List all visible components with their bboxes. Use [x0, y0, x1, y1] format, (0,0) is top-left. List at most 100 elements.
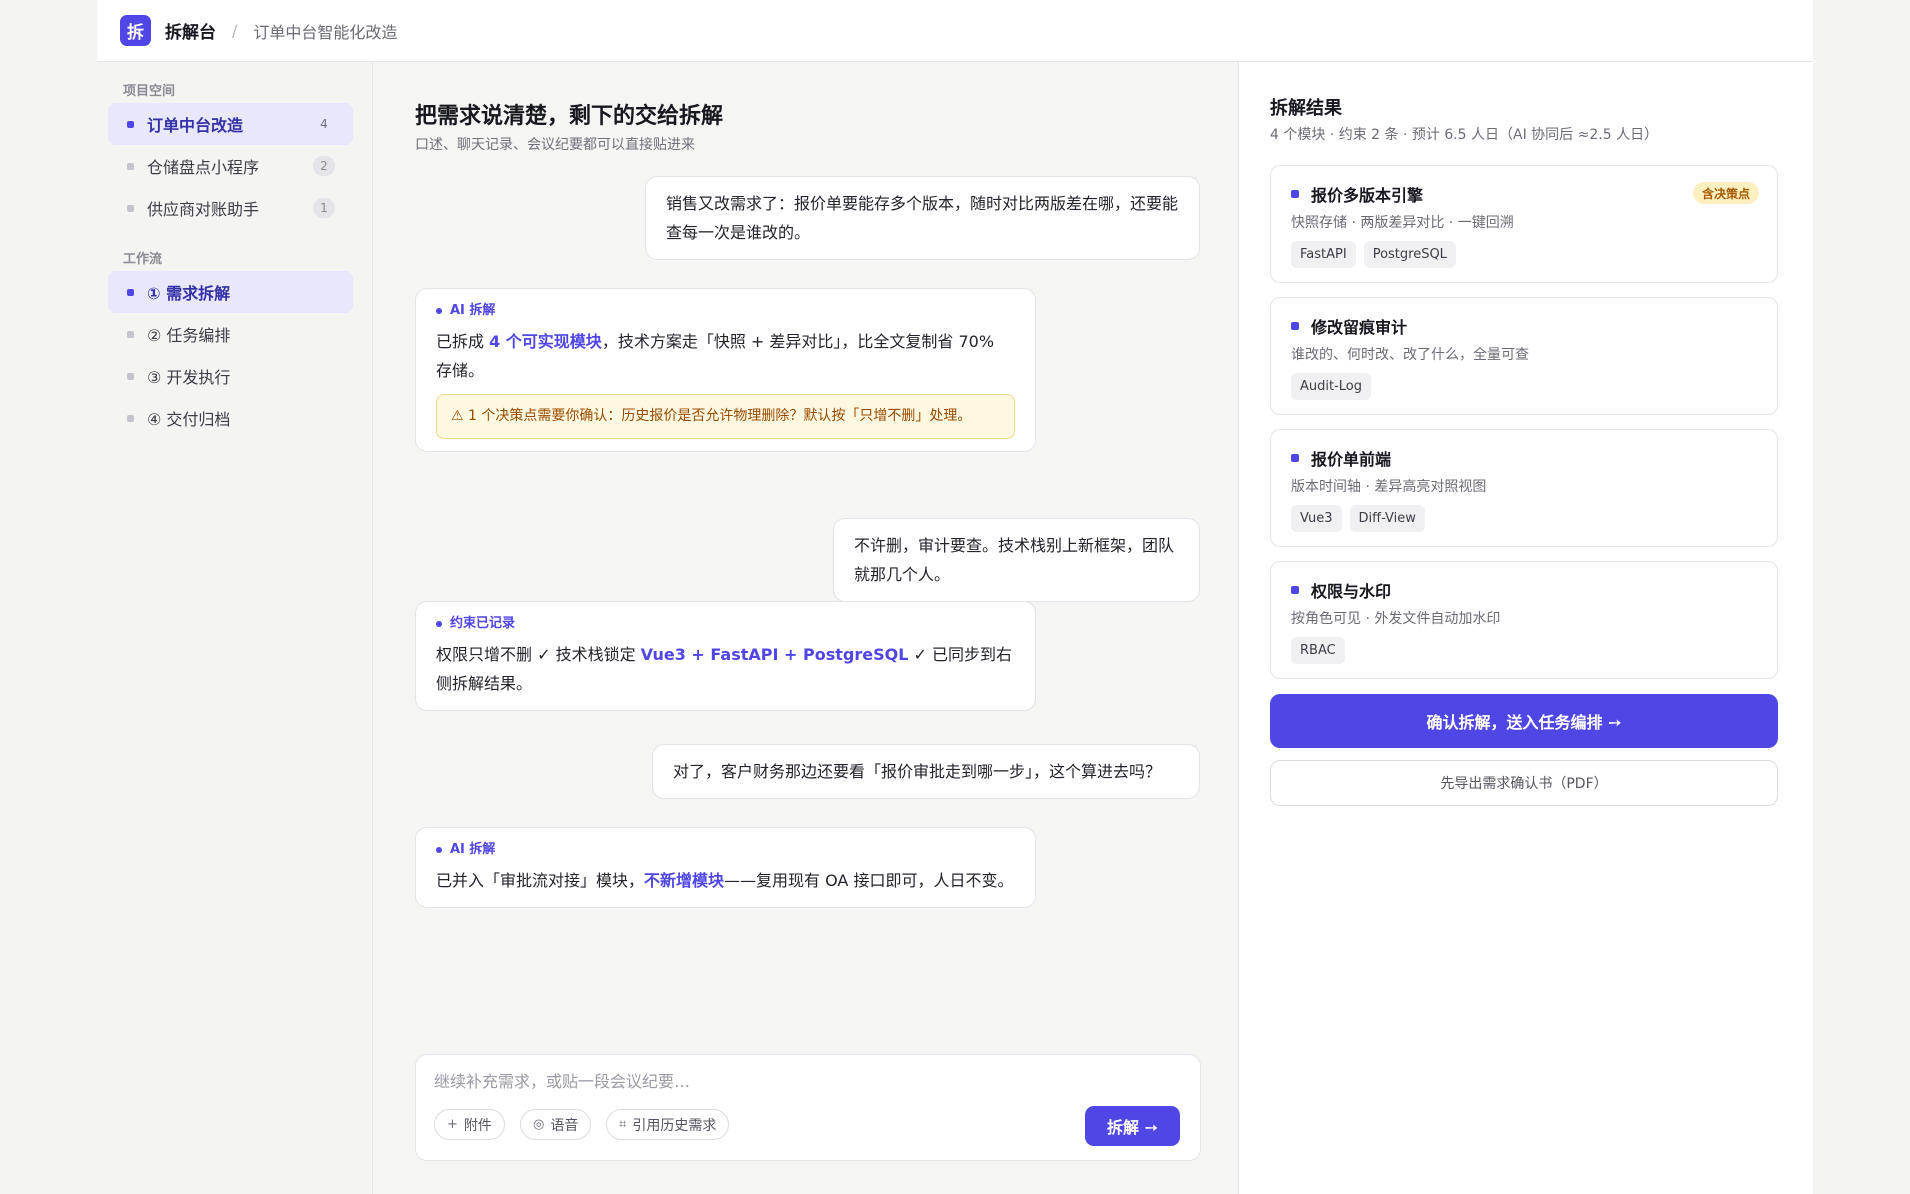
breadcrumb-separator: / [232, 21, 238, 40]
message-highlight: 不新增模块 [644, 871, 725, 890]
tech-tag: FastAPI [1291, 241, 1356, 268]
module-description: 按角色可见 · 外发文件自动加水印 [1291, 611, 1501, 627]
message-text: 对了，客户财务那边还要看「报价审批走到哪一步」，这个算进去吗？ [673, 762, 1162, 781]
module-card[interactable]: 报价多版本引擎 含决策点 快照存储 · 两版差异对比 · 一键回溯 FastAP… [1270, 165, 1778, 283]
module-name: 报价多版本引擎 [1291, 182, 1423, 206]
module-name-text: 修改留痕审计 [1311, 318, 1408, 337]
bullet-icon [1291, 454, 1299, 462]
results-title: 拆解结果 [1270, 98, 1342, 119]
breadcrumb-current[interactable]: 订单中台智能化改造 [253, 19, 397, 43]
module-description: 快照存储 · 两版差异对比 · 一键回溯 [1291, 215, 1514, 231]
module-name-text: 报价多版本引擎 [1311, 186, 1424, 205]
bullet-icon [127, 204, 134, 212]
module-name: 权限与水印 [1291, 578, 1391, 602]
projects-section-title: 项目空间 [123, 84, 176, 99]
module-name-text: 报价单前端 [1311, 450, 1392, 469]
results-panel: 拆解结果 4 个模块 · 约束 2 条 · 预计 6.5 人日（AI 协同后 ≈… [1238, 62, 1813, 1194]
app-name[interactable]: 拆解台 [165, 18, 216, 43]
tech-tag: Vue3 [1291, 505, 1342, 532]
ai-tag: 约束已记录 [436, 614, 1015, 634]
decision-badge: 含决策点 [1692, 182, 1759, 204]
ai-message: AI 拆解 已拆成 4 个可实现模块，技术方案走「快照 + 差异对比」，比全文复… [415, 288, 1036, 452]
decision-warning[interactable]: ⚠ 1 个决策点需要你确认：历史报价是否允许物理删除？默认按「只增不删」处理。 [436, 394, 1015, 439]
bullet-icon [1291, 322, 1299, 330]
message-text: 已拆成 4 个可实现模块，技术方案走「快照 + 差异对比」，比全文复制省 70%… [436, 327, 1015, 385]
voice-label: 语音 [550, 1117, 579, 1134]
message-text-part: 权限只增不删 ✓ 技术栈锁定 [436, 645, 641, 664]
ai-tag-label: AI 拆解 [450, 842, 496, 857]
project-item-warehouse[interactable]: 仓储盘点小程序 2 [108, 145, 353, 187]
project-count: 1 [313, 198, 335, 218]
voice-icon: ◎ [533, 1117, 545, 1132]
top-bar: 拆 拆解台 / 订单中台智能化改造 [97, 0, 1813, 62]
bullet-icon [127, 120, 134, 128]
tech-tag: Diff-View [1349, 505, 1425, 532]
workflow-label: ③ 开发执行 [147, 368, 231, 387]
breakdown-send-button[interactable]: 拆解 ➙ [1085, 1106, 1180, 1146]
ai-tag-label: AI 拆解 [450, 303, 496, 318]
bullet-icon [127, 372, 134, 380]
project-item-order-platform[interactable]: 订单中台改造 4 [108, 103, 353, 145]
app-logo[interactable]: 拆 [120, 15, 151, 46]
reference-history-label: 引用历史需求 [632, 1117, 717, 1134]
message-text-part: ——复用现有 OA 接口即可，人日不变。 [724, 871, 1014, 890]
hash-icon: ⌗ [619, 1117, 627, 1132]
message-text-part: 已拆成 [436, 332, 490, 351]
reference-history-button[interactable]: ⌗ 引用历史需求 [606, 1109, 730, 1140]
workflow-label: ④ 交付归档 [147, 410, 231, 429]
module-name: 报价单前端 [1291, 446, 1391, 470]
module-tags: Audit-Log [1291, 373, 1372, 400]
message-text: 销售又改需求了：报价单要能存多个版本，随时对比两版差在哪，还要能查每一次是谁改的… [666, 194, 1179, 242]
module-description: 谁改的、何时改、改了什么，全量可查 [1291, 347, 1529, 363]
ai-tag-label: 约束已记录 [450, 616, 516, 631]
module-tags: RBAC [1291, 637, 1345, 664]
module-card[interactable]: 权限与水印 按角色可见 · 外发文件自动加水印 RBAC [1270, 561, 1778, 679]
module-tags: FastAPI PostgreSQL [1291, 241, 1456, 268]
workflow-label: ② 任务编排 [147, 326, 231, 345]
bullet-icon [127, 162, 134, 170]
bullet-icon [1291, 190, 1299, 198]
project-item-supplier[interactable]: 供应商对账助手 1 [108, 187, 353, 229]
module-name-text: 权限与水印 [1311, 582, 1392, 601]
attach-label: 附件 [463, 1117, 492, 1134]
message-highlight: 4 个可实现模块 [489, 332, 602, 351]
project-label: 供应商对账助手 [147, 200, 260, 219]
project-label: 仓储盘点小程序 [147, 158, 260, 177]
tech-tag: PostgreSQL [1363, 241, 1456, 268]
workflow-section-title: 工作流 [123, 252, 163, 267]
user-message: 销售又改需求了：报价单要能存多个版本，随时对比两版差在哪，还要能查每一次是谁改的… [645, 176, 1200, 260]
dot-icon [436, 621, 442, 627]
workflow-step-development[interactable]: ③ 开发执行 [108, 355, 353, 397]
user-message: 对了，客户财务那边还要看「报价审批走到哪一步」，这个算进去吗？ [652, 744, 1200, 799]
bullet-icon [127, 288, 134, 296]
app-frame: 拆 拆解台 / 订单中台智能化改造 项目空间 订单中台改造 4 仓储盘点小程序 … [97, 0, 1813, 1194]
project-count: 2 [313, 156, 335, 176]
ai-message: AI 拆解 已并入「审批流对接」模块，不新增模块——复用现有 OA 接口即可，人… [415, 827, 1036, 908]
requirement-input[interactable] [434, 1069, 1174, 1093]
dot-icon [436, 308, 442, 314]
module-name: 修改留痕审计 [1291, 314, 1407, 338]
chat-panel: 把需求说清楚，剩下的交给拆解 口述、聊天记录、会议纪要都可以直接贴进来 销售又改… [373, 62, 1234, 1194]
ai-tag: AI 拆解 [436, 840, 1015, 860]
workflow-step-orchestration[interactable]: ② 任务编排 [108, 313, 353, 355]
module-description: 版本时间轴 · 差异高亮对照视图 [1291, 479, 1487, 495]
message-text: 已并入「审批流对接」模块，不新增模块——复用现有 OA 接口即可，人日不变。 [436, 866, 1015, 895]
bullet-icon [127, 330, 134, 338]
chat-title: 把需求说清楚，剩下的交给拆解 [415, 104, 724, 129]
export-pdf-button[interactable]: 先导出需求确认书（PDF） [1270, 760, 1778, 806]
bullet-icon [1291, 586, 1299, 594]
chat-subtitle: 口述、聊天记录、会议纪要都可以直接贴进来 [415, 137, 695, 153]
workflow-step-breakdown[interactable]: ① 需求拆解 [108, 271, 353, 313]
results-summary: 4 个模块 · 约束 2 条 · 预计 6.5 人日（AI 协同后 ≈2.5 人… [1270, 127, 1659, 143]
user-message: 不许删，审计要查。技术栈别上新框架，团队就那几个人。 [833, 518, 1200, 602]
module-card[interactable]: 修改留痕审计 谁改的、何时改、改了什么，全量可查 Audit-Log [1270, 297, 1778, 415]
message-highlight: Vue3 + FastAPI + PostgreSQL [640, 645, 909, 664]
module-card[interactable]: 报价单前端 版本时间轴 · 差异高亮对照视图 Vue3 Diff-View [1270, 429, 1778, 547]
confirm-breakdown-button[interactable]: 确认拆解，送入任务编排 ➙ [1270, 694, 1778, 748]
workflow-label: ① 需求拆解 [147, 284, 231, 303]
attach-button[interactable]: + 附件 [434, 1109, 505, 1140]
workflow-step-delivery[interactable]: ④ 交付归档 [108, 397, 353, 439]
project-count: 4 [320, 117, 328, 131]
voice-button[interactable]: ◎ 语音 [520, 1109, 592, 1140]
sidebar: 项目空间 订单中台改造 4 仓储盘点小程序 2 供应商对账助手 1 工作流 ① … [97, 62, 373, 1194]
